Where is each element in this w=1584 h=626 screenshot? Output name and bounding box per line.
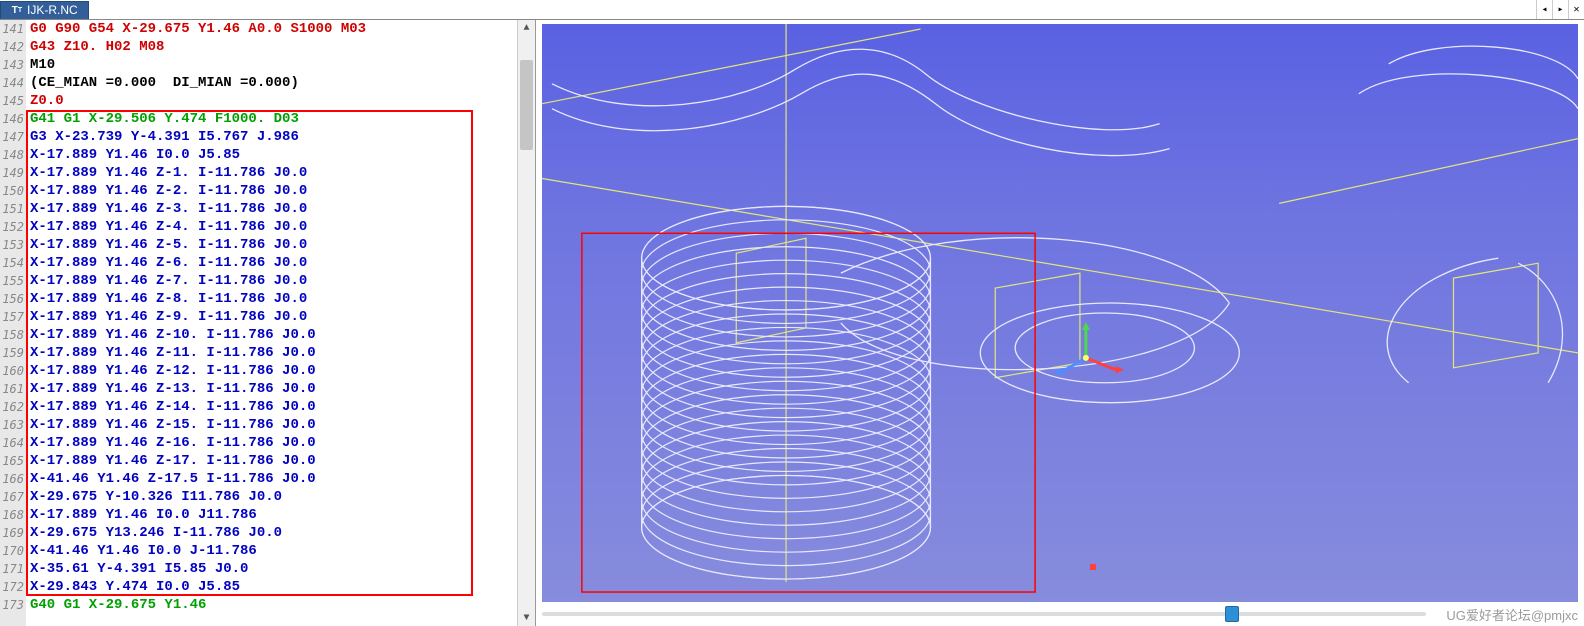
line-number: 161: [0, 380, 24, 398]
line-number: 169: [0, 524, 24, 542]
line-number: 167: [0, 488, 24, 506]
code-line[interactable]: X-17.889 Y1.46 Z-16. I-11.786 J0.0: [30, 434, 517, 452]
code-line[interactable]: G40 G1 X-29.675 Y1.46: [30, 596, 517, 614]
3d-viewport[interactable]: [542, 24, 1578, 602]
line-number: 151: [0, 200, 24, 218]
line-number: 168: [0, 506, 24, 524]
code-line[interactable]: X-17.889 Y1.46 Z-9. I-11.786 J0.0: [30, 308, 517, 326]
code-line[interactable]: X-29.843 Y.474 I0.0 J5.85: [30, 578, 517, 596]
code-line[interactable]: G43 Z10. H02 M08: [30, 38, 517, 56]
line-number: 170: [0, 542, 24, 560]
line-number: 153: [0, 236, 24, 254]
file-tab[interactable]: TT IJK-R.NC: [0, 1, 89, 19]
code-line[interactable]: X-17.889 Y1.46 Z-6. I-11.786 J0.0: [30, 254, 517, 272]
tab-bar: TT IJK-R.NC ◂ ▸ ✕: [0, 0, 1584, 20]
line-number: 173: [0, 596, 24, 614]
scroll-up-icon[interactable]: ▲: [518, 20, 535, 36]
file-icon: TT: [11, 4, 23, 16]
playback-slider[interactable]: [542, 612, 1426, 616]
code-line[interactable]: X-17.889 Y1.46 Z-13. I-11.786 J0.0: [30, 380, 517, 398]
code-line[interactable]: X-17.889 Y1.46 Z-3. I-11.786 J0.0: [30, 200, 517, 218]
file-tab-title: IJK-R.NC: [27, 3, 78, 17]
line-number: 147: [0, 128, 24, 146]
line-number: 142: [0, 38, 24, 56]
code-line[interactable]: (CE_MIAN =0.000 DI_MIAN =0.000): [30, 74, 517, 92]
code-scrollbar[interactable]: ▲ ▼: [517, 20, 535, 626]
viewport-footer: UG爱好者论坛@pmjxc: [536, 602, 1584, 626]
line-number: 163: [0, 416, 24, 434]
line-number: 165: [0, 452, 24, 470]
code-line[interactable]: X-17.889 Y1.46 Z-5. I-11.786 J0.0: [30, 236, 517, 254]
line-number: 159: [0, 344, 24, 362]
code-line[interactable]: M10: [30, 56, 517, 74]
tab-nav-next[interactable]: ▸: [1552, 0, 1568, 19]
code-line[interactable]: X-17.889 Y1.46 Z-12. I-11.786 J0.0: [30, 362, 517, 380]
code-line[interactable]: X-17.889 Y1.46 Z-11. I-11.786 J0.0: [30, 344, 517, 362]
line-number: 154: [0, 254, 24, 272]
tab-nav-buttons: ◂ ▸ ✕: [1536, 0, 1584, 19]
code-line[interactable]: X-29.675 Y-10.326 I11.786 J0.0: [30, 488, 517, 506]
code-line[interactable]: X-29.675 Y13.246 I-11.786 J0.0: [30, 524, 517, 542]
line-number: 157: [0, 308, 24, 326]
line-number: 158: [0, 326, 24, 344]
scrollbar-thumb[interactable]: [520, 60, 533, 150]
scroll-down-icon[interactable]: ▼: [518, 610, 535, 626]
line-number: 143: [0, 56, 24, 74]
code-line[interactable]: X-41.46 Y1.46 Z-17.5 I-11.786 J0.0: [30, 470, 517, 488]
watermark-text: UG爱好者论坛@pmjxc: [1426, 605, 1578, 624]
line-number: 171: [0, 560, 24, 578]
line-number: 150: [0, 182, 24, 200]
marker-dot: [1090, 564, 1096, 570]
line-number: 141: [0, 20, 24, 38]
tab-nav-close[interactable]: ✕: [1568, 0, 1584, 19]
line-number: 144: [0, 74, 24, 92]
code-line[interactable]: X-17.889 Y1.46 Z-15. I-11.786 J0.0: [30, 416, 517, 434]
code-line[interactable]: X-35.61 Y-4.391 I5.85 J0.0: [30, 560, 517, 578]
line-number: 156: [0, 290, 24, 308]
code-line[interactable]: X-41.46 Y1.46 I0.0 J-11.786: [30, 542, 517, 560]
code-line[interactable]: X-17.889 Y1.46 Z-1. I-11.786 J0.0: [30, 164, 517, 182]
line-number: 145: [0, 92, 24, 110]
code-line[interactable]: X-17.889 Y1.46 Z-7. I-11.786 J0.0: [30, 272, 517, 290]
line-number: 166: [0, 470, 24, 488]
line-number-gutter: 1411421431441451461471481491501511521531…: [0, 20, 26, 626]
line-number: 172: [0, 578, 24, 596]
line-number: 146: [0, 110, 24, 128]
code-pane: 1411421431441451461471481491501511521531…: [0, 20, 536, 626]
line-number: 162: [0, 398, 24, 416]
line-number: 148: [0, 146, 24, 164]
line-number: 160: [0, 362, 24, 380]
code-line[interactable]: Z0.0: [30, 92, 517, 110]
code-line[interactable]: G3 X-23.739 Y-4.391 I5.767 J.986: [30, 128, 517, 146]
line-number: 155: [0, 272, 24, 290]
viewport-pane: UG爱好者论坛@pmjxc: [536, 20, 1584, 626]
tab-nav-prev[interactable]: ◂: [1536, 0, 1552, 19]
code-line[interactable]: G0 G90 G54 X-29.675 Y1.46 A0.0 S1000 M03: [30, 20, 517, 38]
line-number: 152: [0, 218, 24, 236]
code-line[interactable]: G41 G1 X-29.506 Y.474 F1000. D03: [30, 110, 517, 128]
code-line[interactable]: X-17.889 Y1.46 I0.0 J5.85: [30, 146, 517, 164]
line-number: 149: [0, 164, 24, 182]
code-line[interactable]: X-17.889 Y1.46 Z-14. I-11.786 J0.0: [30, 398, 517, 416]
slider-thumb[interactable]: [1225, 606, 1239, 622]
code-line[interactable]: X-17.889 Y1.46 Z-17. I-11.786 J0.0: [30, 452, 517, 470]
code-line[interactable]: X-17.889 Y1.46 I0.0 J11.786: [30, 506, 517, 524]
code-line[interactable]: X-17.889 Y1.46 Z-10. I-11.786 J0.0: [30, 326, 517, 344]
code-line[interactable]: X-17.889 Y1.46 Z-2. I-11.786 J0.0: [30, 182, 517, 200]
line-number: 164: [0, 434, 24, 452]
code-line[interactable]: X-17.889 Y1.46 Z-8. I-11.786 J0.0: [30, 290, 517, 308]
code-line[interactable]: X-17.889 Y1.46 Z-4. I-11.786 J0.0: [30, 218, 517, 236]
code-editor[interactable]: G0 G90 G54 X-29.675 Y1.46 A0.0 S1000 M03…: [26, 20, 517, 626]
